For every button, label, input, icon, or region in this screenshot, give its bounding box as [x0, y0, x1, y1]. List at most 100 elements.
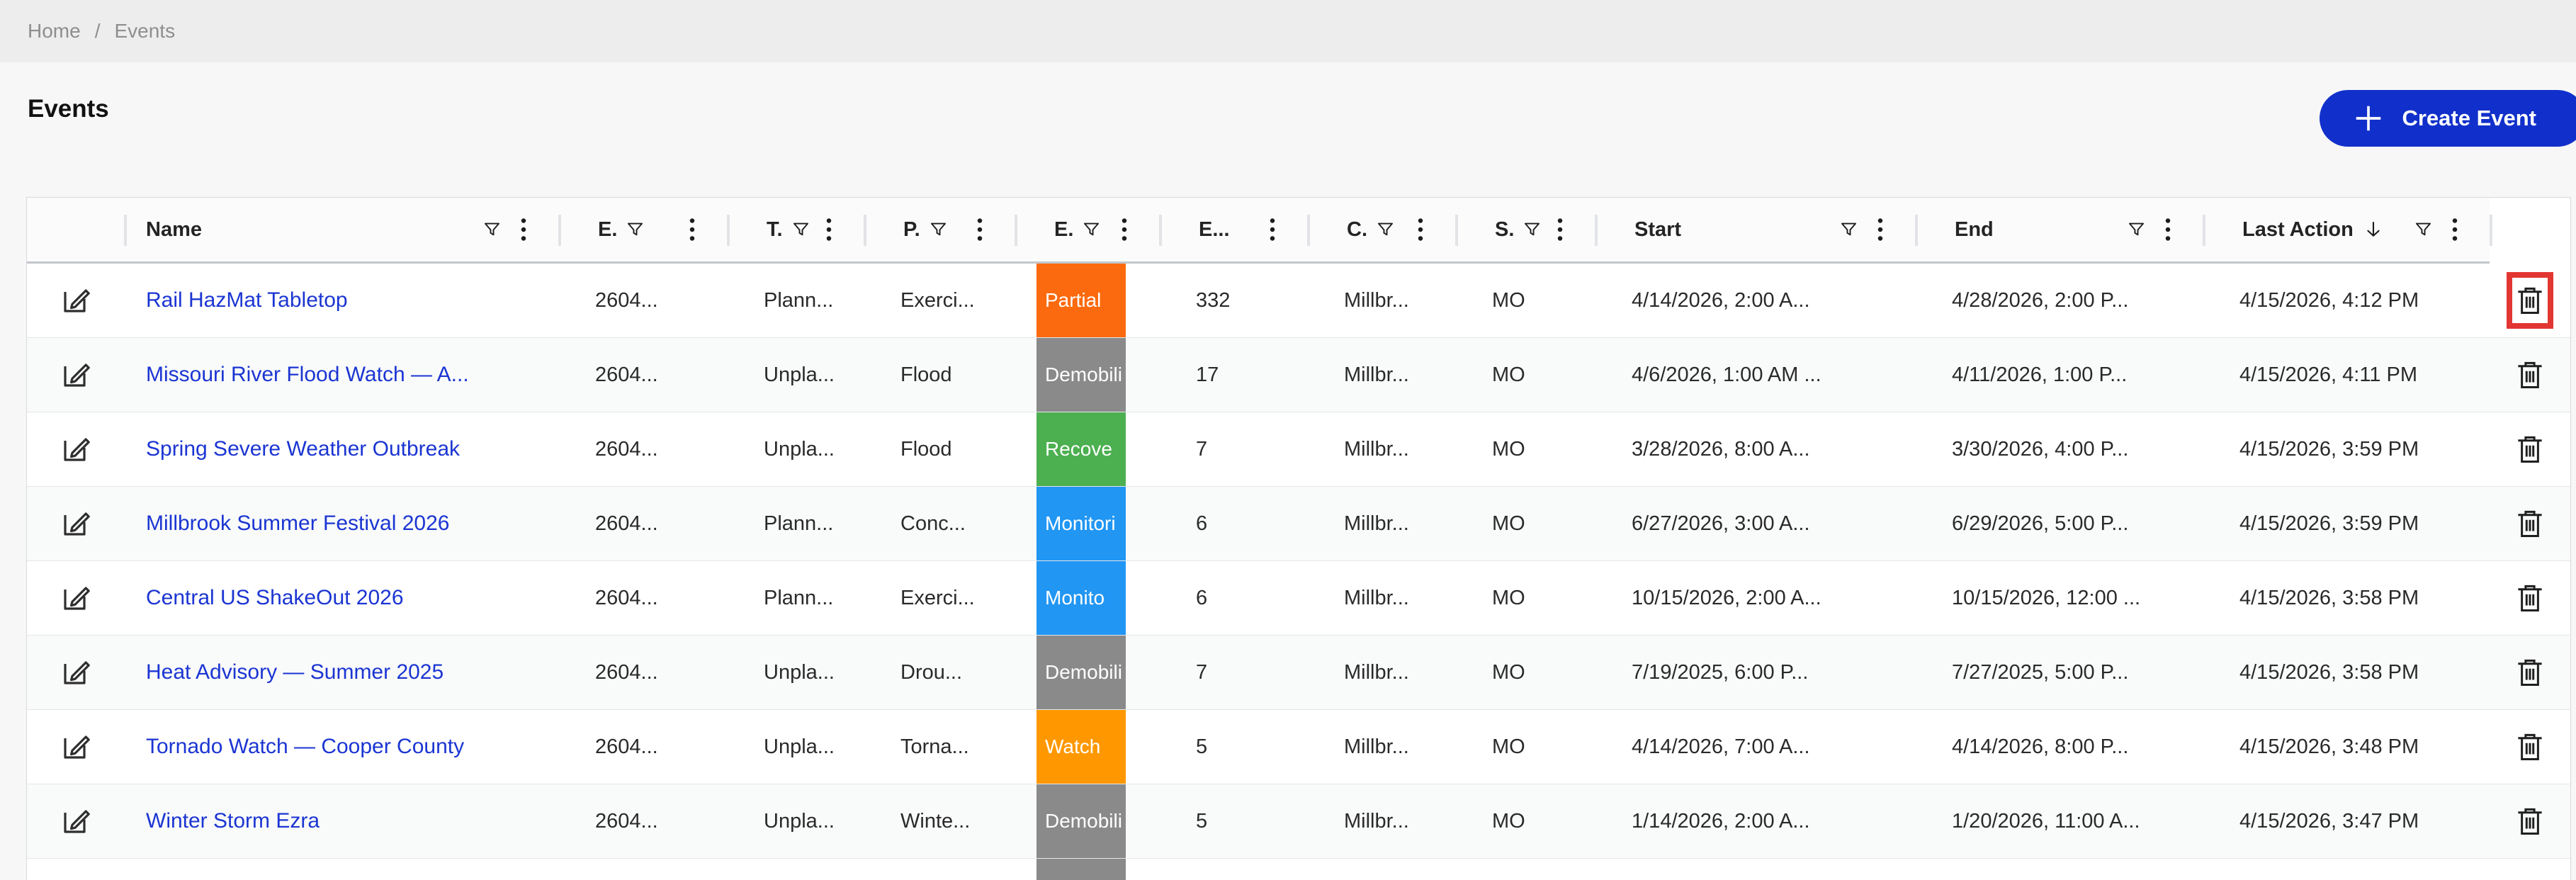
header-label: Start	[1634, 218, 1681, 242]
cell-event-number: 2604...	[558, 636, 727, 709]
cell-count: 7	[1159, 636, 1307, 709]
edit-icon[interactable]	[59, 432, 93, 466]
cell-state: MO	[1455, 561, 1595, 635]
cell-type: Unpla...	[727, 412, 864, 486]
cell-count: 7	[1159, 412, 1307, 486]
header-event-number[interactable]: E.	[558, 198, 727, 264]
status-badge: Demobili	[1036, 636, 1126, 709]
cell-county: Millbr...	[1307, 636, 1455, 709]
delete-icon[interactable]	[2515, 581, 2545, 615]
header-primary-hazard[interactable]: P.	[864, 198, 1015, 264]
breadcrumb-current: Events	[114, 20, 175, 43]
filter-icon[interactable]	[1523, 220, 1542, 239]
column-menu-icon[interactable]	[1121, 217, 1128, 242]
event-name-link[interactable]: Winter Storm Ezra	[146, 809, 320, 833]
event-name-link[interactable]: Rail HazMat Tabletop	[146, 288, 348, 312]
edit-icon[interactable]	[59, 358, 93, 392]
header-name[interactable]: Name	[124, 198, 558, 264]
header-status[interactable]: E.	[1015, 198, 1159, 264]
cell-count: 6	[1159, 487, 1307, 560]
column-menu-icon[interactable]	[520, 217, 527, 242]
edit-icon[interactable]	[59, 507, 93, 541]
edit-icon[interactable]	[59, 655, 93, 689]
header-county[interactable]: C.	[1307, 198, 1455, 264]
cell-type: Unpla...	[727, 636, 864, 709]
cell-start: 6/27/2026, 3:00 A...	[1595, 487, 1915, 560]
delete-icon[interactable]	[2515, 804, 2545, 838]
header-state[interactable]: S.	[1455, 198, 1595, 264]
header-actions-column	[2490, 198, 2570, 264]
event-name-link[interactable]: Millbrook Summer Festival 2026	[146, 512, 449, 536]
filter-icon[interactable]	[1839, 220, 1858, 239]
cell-event-number: 2604...	[558, 264, 727, 337]
cell-last-action: 4/15/2026, 3:47 PM	[2203, 784, 2490, 858]
column-menu-icon[interactable]	[825, 217, 832, 242]
header-type[interactable]: T.	[727, 198, 864, 264]
cell-state: MO	[1455, 487, 1595, 560]
header-last-action[interactable]: Last Action	[2203, 198, 2490, 264]
edit-icon[interactable]	[59, 283, 93, 317]
column-menu-icon[interactable]	[1557, 217, 1564, 242]
cell-state: MO	[1455, 264, 1595, 337]
header-end[interactable]: End	[1915, 198, 2203, 264]
edit-icon[interactable]	[59, 730, 93, 764]
event-name-link[interactable]: Tornado Watch — Cooper County	[146, 735, 464, 759]
sort-descending-icon[interactable]	[2363, 220, 2383, 239]
edit-icon[interactable]	[59, 581, 93, 615]
cell-count: 6	[1159, 561, 1307, 635]
filter-icon[interactable]	[2414, 220, 2433, 239]
breadcrumb-home-link[interactable]: Home	[28, 20, 81, 43]
delete-icon[interactable]	[2515, 432, 2545, 466]
delete-icon[interactable]	[2515, 730, 2545, 764]
cell-last-action: 4/15/2026, 3:59 PM	[2203, 412, 2490, 486]
filter-icon[interactable]	[626, 220, 645, 239]
filter-icon[interactable]	[791, 220, 810, 239]
event-name-link[interactable]: Missouri River Flood Watch — A...	[146, 363, 469, 387]
delete-icon[interactable]	[2515, 283, 2545, 317]
header-label: Last Action	[2242, 218, 2354, 242]
cell-type: Plann...	[727, 561, 864, 635]
create-event-button[interactable]: Create Event	[2320, 90, 2576, 147]
filter-icon[interactable]	[482, 220, 502, 239]
cell-event-number: 2604...	[558, 338, 727, 412]
delete-icon[interactable]	[2515, 507, 2545, 541]
cell-primary-hazard: Exerci...	[864, 561, 1015, 635]
cell-event-number: 2604...	[558, 784, 727, 858]
filter-icon[interactable]	[1082, 220, 1101, 239]
cell-count: 5	[1159, 710, 1307, 784]
column-menu-icon[interactable]	[1269, 217, 1276, 242]
delete-icon[interactable]	[2515, 655, 2545, 689]
cell-county: Millbr...	[1307, 412, 1455, 486]
column-menu-icon[interactable]	[2451, 217, 2458, 242]
cell-start: 1/14/2026, 2:00 A...	[1595, 784, 1915, 858]
column-menu-icon[interactable]	[976, 217, 983, 242]
header-start[interactable]: Start	[1595, 198, 1915, 264]
cell-start: 4/14/2026, 7:00 A...	[1595, 710, 1915, 784]
table-row	[27, 859, 2570, 880]
event-name-link[interactable]: Central US ShakeOut 2026	[146, 586, 404, 610]
table-row: Tornado Watch — Cooper County 2604... Un…	[27, 710, 2570, 784]
column-menu-icon[interactable]	[689, 217, 696, 242]
cell-count: 17	[1159, 338, 1307, 412]
filter-icon[interactable]	[929, 220, 948, 239]
filter-icon[interactable]	[1376, 220, 1395, 239]
event-name-link[interactable]: Spring Severe Weather Outbreak	[146, 437, 460, 461]
create-event-label: Create Event	[2402, 106, 2536, 131]
column-menu-icon[interactable]	[1417, 217, 1424, 242]
cell-county: Millbr...	[1307, 784, 1455, 858]
event-name-link[interactable]: Heat Advisory — Summer 2025	[146, 660, 444, 684]
column-menu-icon[interactable]	[2164, 217, 2171, 242]
header-count[interactable]: E...	[1159, 198, 1307, 264]
header-label: E.	[598, 218, 617, 242]
cell-primary-hazard: Flood	[864, 412, 1015, 486]
highlight-box	[2507, 272, 2553, 329]
filter-icon[interactable]	[2127, 220, 2146, 239]
column-menu-icon[interactable]	[1877, 217, 1884, 242]
delete-icon[interactable]	[2515, 358, 2545, 392]
cell-last-action: 4/15/2026, 3:58 PM	[2203, 561, 2490, 635]
header-label: C.	[1347, 218, 1367, 242]
status-badge	[1036, 859, 1126, 880]
plus-icon	[2352, 102, 2385, 135]
cell-start: 10/15/2026, 2:00 A...	[1595, 561, 1915, 635]
edit-icon[interactable]	[59, 804, 93, 838]
